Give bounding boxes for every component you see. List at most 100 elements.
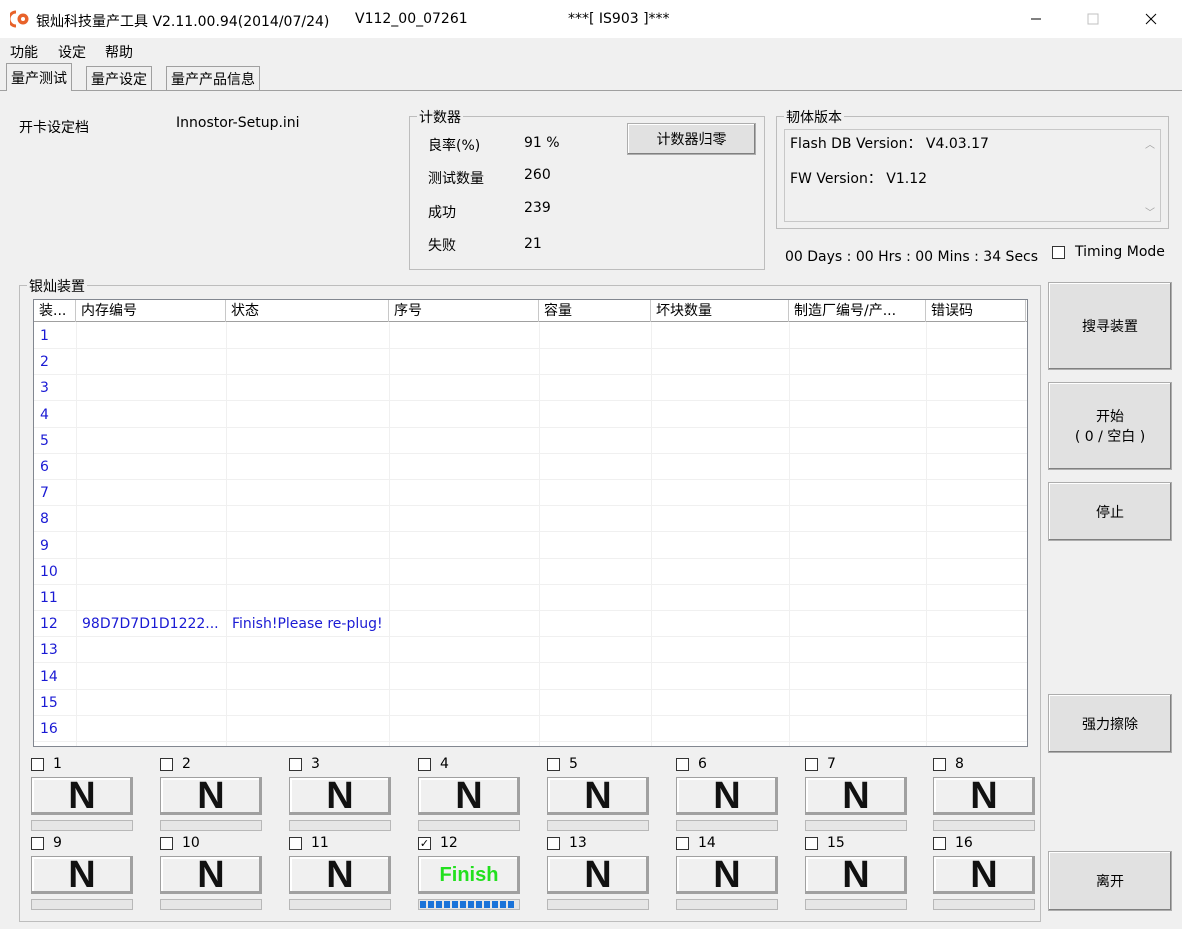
table-cell — [232, 323, 387, 349]
tab-production-test[interactable]: 量产测试 — [6, 63, 72, 91]
table-row[interactable]: 2 — [34, 349, 1027, 376]
slot-status-button[interactable]: N — [805, 854, 907, 896]
slot-status-button[interactable]: N — [547, 775, 649, 817]
slot-status-button[interactable]: N — [418, 775, 520, 817]
table-cell — [795, 506, 924, 532]
column-header[interactable]: 内存编号 — [76, 300, 226, 322]
slot-checkbox[interactable] — [547, 758, 560, 771]
slot-checkbox[interactable] — [676, 758, 689, 771]
timing-mode-checkbox[interactable] — [1052, 246, 1065, 259]
table-row[interactable]: 3 — [34, 375, 1027, 402]
table-cell — [932, 375, 1024, 401]
slot-status-button[interactable]: N — [933, 854, 1035, 896]
slot-progress-bar — [547, 899, 649, 910]
table-cell — [232, 637, 387, 663]
table-row[interactable]: 12 98D7D7D1D1222... Finish!Please re-plug! — [34, 611, 1027, 638]
table-row[interactable]: 16 — [34, 716, 1027, 742]
exit-button[interactable]: 离开 — [1048, 851, 1172, 911]
column-header[interactable]: 错误码 — [926, 300, 1026, 322]
table-row[interactable]: 8 — [34, 506, 1027, 533]
table-row[interactable]: 6 — [34, 454, 1027, 480]
slot-checkbox[interactable] — [933, 758, 946, 771]
slot-status-button[interactable]: N — [160, 775, 262, 817]
table-row[interactable]: 9 — [34, 533, 1027, 559]
slot-status-button[interactable]: N — [31, 775, 133, 817]
slot-status-button[interactable]: N — [805, 775, 907, 817]
menu-settings[interactable]: 设定 — [58, 42, 86, 62]
slot-status-button[interactable]: N — [289, 775, 391, 817]
slot-checkbox[interactable] — [805, 837, 818, 850]
table-cell — [795, 533, 924, 559]
table-row[interactable]: 11 — [34, 585, 1027, 611]
slot-progress-bar — [805, 899, 907, 910]
slot-checkbox[interactable] — [418, 758, 431, 771]
slot-checkbox[interactable] — [289, 837, 302, 850]
device-table[interactable]: 装... 内存编号 状态 序号 容量 坏块数量 制造厂编号/产... 错误码 123 4 5 678… — [33, 299, 1028, 747]
table-cell — [795, 480, 924, 506]
table-row[interactable]: 10 — [34, 559, 1027, 585]
slot-number: 1 — [53, 756, 62, 772]
tab-product-info[interactable]: 量产产品信息 — [166, 66, 260, 90]
slot-checkbox[interactable] — [160, 758, 173, 771]
slot-checkbox[interactable] — [31, 758, 44, 771]
slot-status-button[interactable]: N — [676, 854, 778, 896]
table-cell — [657, 402, 787, 428]
slot-status-button[interactable]: N — [31, 854, 133, 896]
scroll-up-icon[interactable]: ︿ — [1145, 136, 1155, 151]
column-header[interactable]: 序号 — [389, 300, 539, 322]
slot-status-button[interactable]: N — [676, 775, 778, 817]
table-cell — [82, 533, 224, 559]
table-cell — [82, 716, 224, 742]
table-row[interactable]: 14 — [34, 664, 1027, 690]
column-header[interactable]: 容量 — [539, 300, 651, 322]
scroll-down-icon[interactable]: ﹀ — [1145, 204, 1155, 219]
column-header[interactable]: 装... — [34, 300, 76, 322]
slot-status-button[interactable]: N — [289, 854, 391, 896]
search-devices-button[interactable]: 搜寻装置 — [1048, 282, 1172, 370]
force-erase-button[interactable]: 强力擦除 — [1048, 694, 1172, 753]
counter-reset-button[interactable]: 计数器归零 — [627, 123, 756, 155]
table-cell — [795, 454, 924, 480]
slot-status-button[interactable]: N — [547, 854, 649, 896]
slot-status-button[interactable]: N — [933, 775, 1035, 817]
table-cell: 4 — [40, 406, 49, 423]
table-cell — [82, 690, 224, 716]
column-header[interactable]: 制造厂编号/产... — [789, 300, 926, 322]
counter-group-label: 计数器 — [417, 107, 463, 127]
slot-checkbox[interactable] — [933, 837, 946, 850]
table-cell — [545, 611, 649, 637]
table-cell: Finish!Please re-plug! — [232, 616, 383, 633]
table-row[interactable]: 1 — [34, 323, 1027, 349]
column-header[interactable]: 坏块数量 — [651, 300, 789, 322]
slot-checkbox[interactable] — [31, 837, 44, 850]
slot-checkbox[interactable] — [805, 758, 818, 771]
column-header[interactable]: 状态 — [226, 300, 389, 322]
slot-checkbox[interactable] — [289, 758, 302, 771]
slot-checkbox[interactable] — [160, 837, 173, 850]
menu-function[interactable]: 功能 — [10, 42, 38, 62]
minimize-button[interactable] — [1007, 0, 1065, 38]
table-cell — [395, 402, 537, 428]
table-cell: 14 — [40, 668, 58, 685]
table-cell: 5 — [40, 432, 49, 449]
slot-checkbox[interactable]: ✓ — [418, 837, 431, 850]
slot-checkbox[interactable] — [547, 837, 560, 850]
start-button[interactable]: 开始 ( 0 / 空白 ) — [1048, 382, 1172, 470]
tab-production-settings[interactable]: 量产设定 — [86, 66, 152, 90]
table-cell — [232, 664, 387, 690]
slot-checkbox[interactable] — [676, 837, 689, 850]
table-row[interactable]: 5 — [34, 428, 1027, 454]
slot-status-button[interactable]: Finish — [418, 856, 520, 894]
test-count-value: 260 — [524, 167, 551, 183]
maximize-button[interactable] — [1064, 0, 1122, 38]
stop-button[interactable]: 停止 — [1048, 482, 1172, 541]
menu-help[interactable]: 帮助 — [105, 42, 133, 62]
table-row[interactable]: 13 — [34, 637, 1027, 664]
table-cell — [545, 323, 649, 349]
table-row[interactable]: 15 — [34, 690, 1027, 716]
slot-status-button[interactable]: N — [160, 854, 262, 896]
close-button[interactable] — [1122, 0, 1180, 38]
fail-label: 失败 — [428, 238, 456, 254]
table-row[interactable]: 4 — [34, 402, 1027, 428]
table-row[interactable]: 7 — [34, 480, 1027, 507]
